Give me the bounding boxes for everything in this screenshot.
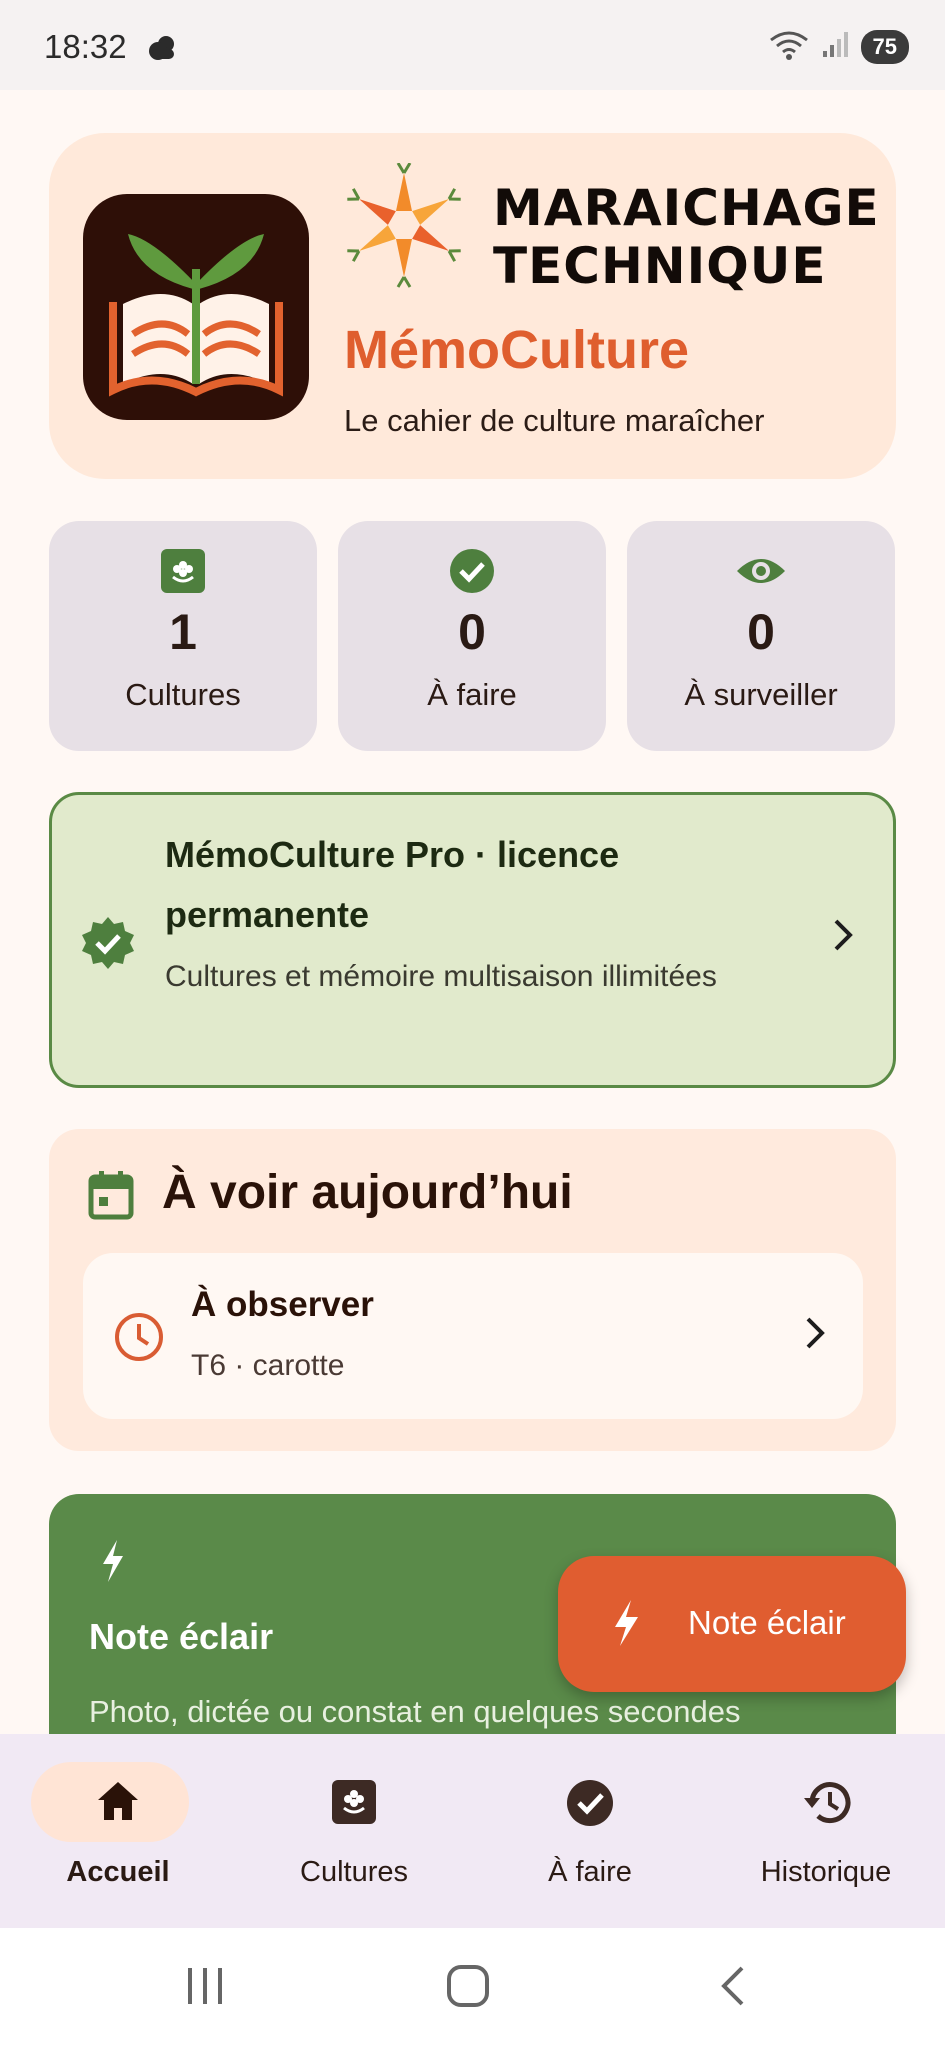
- stat-card-todo[interactable]: 0 À faire: [338, 521, 606, 751]
- bottom-nav: Accueil Cultures À faire Historique: [0, 1734, 945, 1928]
- nav-label: Historique: [760, 1856, 892, 1888]
- signal-icon: [821, 29, 851, 64]
- task-item[interactable]: À observer T6 · carotte: [83, 1253, 863, 1419]
- nav-label: Accueil: [66, 1856, 170, 1888]
- stat-value: 0: [747, 604, 775, 660]
- verified-badge-icon: [80, 915, 136, 976]
- carrot-star-logo: [342, 162, 472, 298]
- nav-item-cultures[interactable]: Cultures: [236, 1734, 472, 1928]
- today-card: À voir aujourd’hui À observer T6 · carot…: [49, 1129, 896, 1451]
- flower-icon: [330, 1778, 378, 1831]
- status-time: 18:32: [44, 28, 127, 65]
- nav-item-historique[interactable]: Historique: [708, 1734, 944, 1928]
- stat-value: 0: [458, 604, 486, 660]
- clock-icon: [113, 1311, 165, 1368]
- stat-label: À faire: [427, 677, 517, 712]
- chevron-right-icon: [831, 917, 855, 958]
- fab-label: Note éclair: [688, 1604, 846, 1641]
- nav-label: À faire: [548, 1856, 632, 1888]
- nav-item-a-faire[interactable]: À faire: [472, 1734, 708, 1928]
- brand-wordmark: MARAICHAGE TECHNIQUE: [493, 179, 880, 295]
- calendar-icon: [87, 1169, 135, 1226]
- chevron-right-icon: [803, 1315, 827, 1356]
- note-eclair-fab[interactable]: Note éclair: [558, 1556, 906, 1692]
- status-indicators: 75: [767, 28, 909, 65]
- battery-indicator: 75: [860, 29, 909, 64]
- flash-title: Note éclair: [89, 1616, 274, 1657]
- pro-description: Cultures et mémoire multisaison illimité…: [165, 960, 717, 993]
- task-title: À observer: [191, 1285, 374, 1324]
- nav-item-accueil[interactable]: Accueil: [0, 1734, 236, 1928]
- home-icon: [94, 1778, 142, 1829]
- system-nav-bar: [0, 1928, 945, 2048]
- status-bar: 18:32 75: [0, 0, 945, 90]
- wifi-icon: [767, 28, 811, 65]
- back-icon[interactable]: [718, 1964, 748, 2013]
- app-logo: [83, 194, 309, 420]
- flower-icon: [159, 547, 207, 600]
- app-name: MémoCulture: [344, 320, 690, 380]
- stat-card-cultures[interactable]: 1 Cultures: [49, 521, 317, 751]
- home-button-icon[interactable]: [446, 1964, 490, 2013]
- stat-label: À surveiller: [684, 677, 838, 712]
- stat-label: Cultures: [125, 677, 241, 712]
- header-card: MARAICHAGE TECHNIQUE MémoCulture Le cahi…: [49, 133, 896, 479]
- bolt-icon: [99, 1538, 127, 1589]
- brand-line-2: TECHNIQUE: [493, 237, 827, 295]
- cloud-moon-icon: [146, 34, 178, 67]
- bolt-icon: [610, 1598, 642, 1653]
- recent-apps-icon[interactable]: [185, 1964, 225, 2013]
- app-tagline: Le cahier de culture maraîcher: [344, 403, 765, 438]
- check-circle-icon: [448, 547, 496, 600]
- history-icon: [800, 1778, 852, 1831]
- nav-label: Cultures: [300, 1856, 408, 1888]
- flash-description: Photo, dictée ou constat en quelques sec…: [89, 1694, 741, 1729]
- task-subtitle: T6 · carotte: [191, 1349, 345, 1382]
- pro-license-card[interactable]: MémoCulture Pro · licence permanente Cul…: [49, 792, 896, 1088]
- today-title: À voir aujourd’hui: [162, 1166, 573, 1219]
- check-circle-icon: [565, 1778, 615, 1833]
- eye-icon: [735, 547, 787, 600]
- stat-value: 1: [169, 604, 197, 660]
- pro-title: MémoCulture Pro · licence permanente: [165, 834, 620, 935]
- brand-line-1: MARAICHAGE: [493, 179, 880, 237]
- stat-card-watch[interactable]: 0 À surveiller: [627, 521, 895, 751]
